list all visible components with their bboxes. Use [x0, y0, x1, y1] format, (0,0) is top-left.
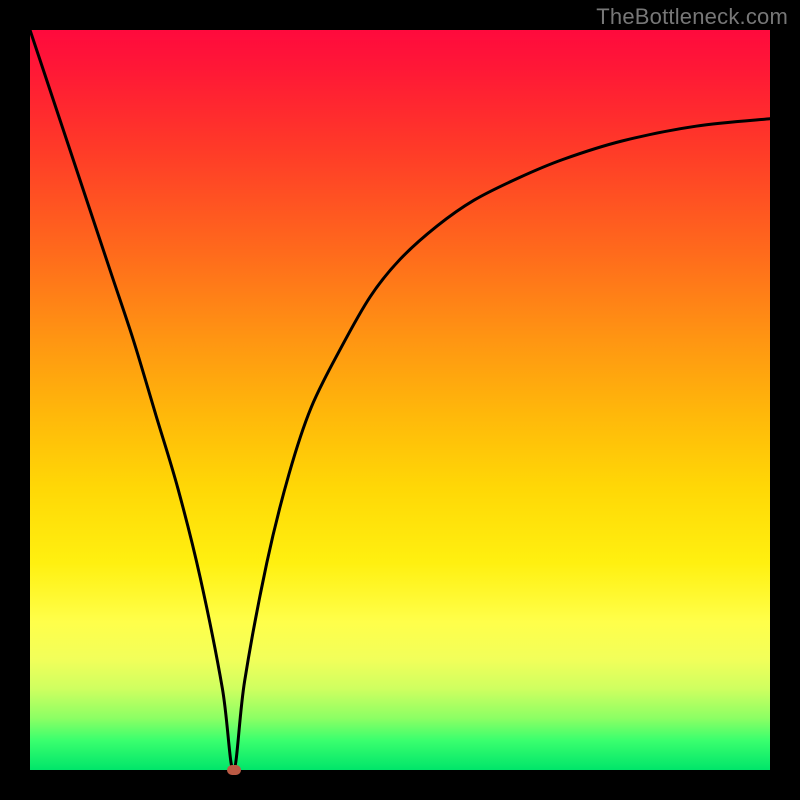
- plot-area: [30, 30, 770, 770]
- chart-frame: TheBottleneck.com: [0, 0, 800, 800]
- watermark-label: TheBottleneck.com: [596, 4, 788, 30]
- minimum-marker: [227, 765, 241, 775]
- curve-path: [30, 30, 770, 770]
- bottleneck-curve: [30, 30, 770, 770]
